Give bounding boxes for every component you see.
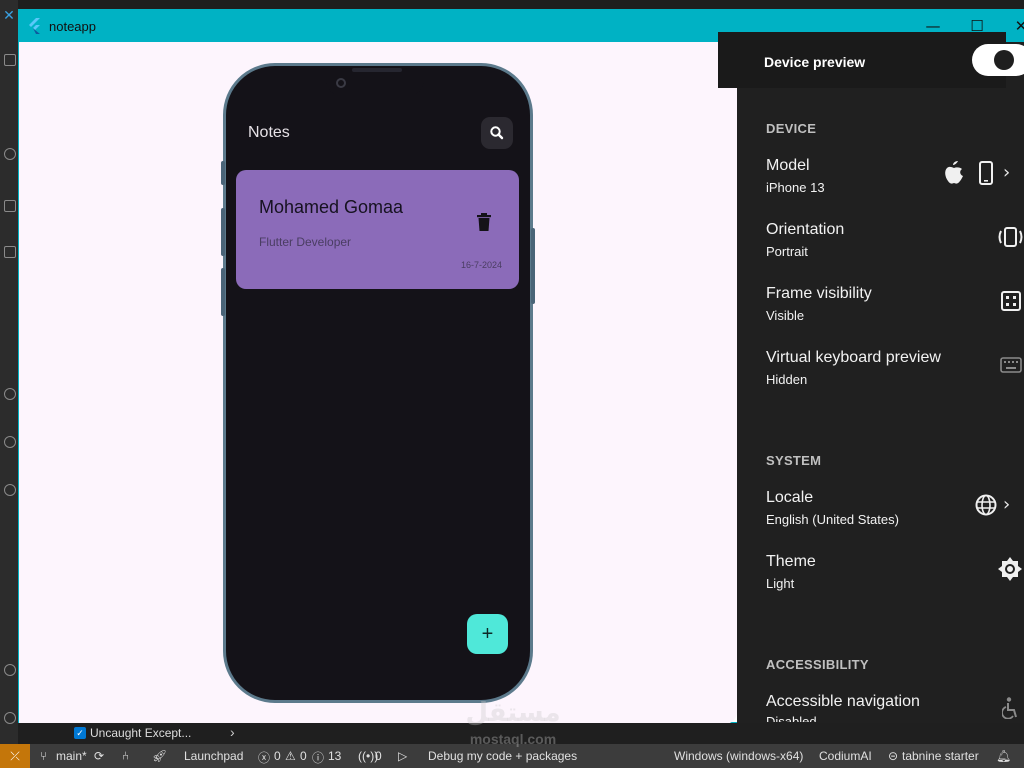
debug-activity-icon[interactable] [4, 200, 16, 212]
extensions-icon[interactable] [4, 246, 16, 258]
frame-visibility-icon[interactable] [1001, 291, 1021, 311]
debug-breakpoints-strip: ✓ Uncaught Except... › [18, 723, 1024, 744]
search-activity-icon[interactable] [4, 148, 16, 160]
window-title: noteapp [49, 19, 96, 34]
brightness-icon[interactable] [998, 557, 1022, 581]
activity-icon[interactable] [4, 388, 16, 400]
locale-title[interactable]: Locale [766, 489, 813, 507]
orientation-title[interactable]: Orientation [766, 221, 844, 239]
remote-indicator-icon[interactable]: ⤫ [0, 744, 30, 768]
branch-name[interactable]: main* [56, 749, 87, 763]
screen-rotation-icon[interactable] [997, 226, 1024, 248]
apple-icon [945, 161, 963, 184]
status-bar: ⤫ ⑂ main* ⟳ ⑃ 🚀︎ Launchpad ⓧ 0 ⚠ 0 ⓘ 13 … [0, 744, 1024, 768]
orientation-value: Portrait [766, 244, 808, 259]
activity-icon[interactable] [4, 484, 16, 496]
search-button[interactable] [481, 117, 513, 149]
model-title[interactable]: Model [766, 157, 810, 175]
activity-icon[interactable] [4, 436, 16, 448]
phone-power-button [531, 228, 535, 304]
phone-mute-button [221, 161, 225, 185]
phone-volume-up-button [221, 208, 225, 256]
globe-icon [975, 494, 997, 516]
ports-count[interactable]: 0 [375, 749, 382, 763]
model-value: iPhone 13 [766, 180, 825, 195]
frame-visibility-value: Visible [766, 308, 805, 323]
device-preview-canvas: Notes Mohamed Gomaa Flutter Developer 16… [19, 42, 737, 724]
section-system: SYSTEM [766, 453, 822, 468]
toggle-knob [994, 50, 1014, 70]
notifications-bell-icon[interactable]: 🔔︎ [996, 749, 1011, 763]
launchpad-label[interactable]: Launchpad [184, 749, 243, 763]
device-preview-title: Device preview [764, 54, 866, 70]
warnings-icon: ⚠ [285, 749, 296, 763]
phone-camera [336, 78, 346, 88]
add-note-fab[interactable]: + [467, 614, 508, 654]
note-date: 16-7-2024 [460, 260, 502, 270]
section-device: DEVICE [766, 121, 817, 136]
vscode-activity-bar [0, 0, 18, 744]
locale-value: English (United States) [766, 512, 899, 527]
phone-volume-down-button [221, 268, 225, 316]
info-icon: ⓘ [312, 751, 325, 765]
debug-icon: ▷ [398, 749, 408, 763]
accessibility-icon[interactable] [1002, 697, 1020, 719]
phone-speaker [352, 68, 402, 72]
explorer-icon[interactable] [4, 54, 16, 66]
accessible-navigation-title[interactable]: Accessible navigation [766, 693, 920, 711]
sync-icon[interactable]: ⟳ [94, 749, 104, 763]
phone-frame: Notes Mohamed Gomaa Flutter Developer 16… [221, 63, 535, 703]
virtual-keyboard-value: Hidden [766, 372, 808, 387]
virtual-keyboard-title[interactable]: Virtual keyboard preview [766, 349, 941, 367]
locale-chevron-right-icon[interactable]: › [1003, 494, 1010, 515]
note-title: Mohamed Gomaa [259, 197, 404, 217]
warnings-count[interactable]: 0 [300, 749, 307, 763]
smartphone-icon [979, 161, 993, 185]
source-control-icon[interactable]: ⑃ [122, 749, 129, 763]
keyboard-icon[interactable] [1000, 357, 1022, 373]
errors-icon: ⓧ [258, 751, 271, 765]
tabnine-icon: ⊝ [888, 749, 899, 763]
accessible-navigation-value: Disabled [766, 714, 817, 722]
device-preview-header: Device preview [718, 32, 1006, 88]
section-accessibility: ACCESSIBILITY [766, 657, 869, 672]
delete-trash-icon[interactable] [476, 213, 492, 231]
vscode-logo-icon: ✕ [3, 8, 15, 24]
manage-gear-icon[interactable] [4, 712, 16, 724]
uncaught-exceptions-label: Uncaught Except... [90, 726, 192, 740]
tabnine-label[interactable]: tabnine starter [902, 749, 979, 763]
flutter-logo-icon [29, 18, 40, 34]
debug-config[interactable]: Debug my code + packages [428, 749, 577, 763]
branch-icon: ⑂ [40, 749, 48, 763]
chevron-right-icon[interactable]: › [230, 724, 235, 740]
note-subtitle: Flutter Developer [259, 235, 352, 249]
theme-value: Light [766, 576, 795, 591]
rocket-icon: 🚀︎ [152, 749, 168, 763]
info-count[interactable]: 13 [328, 749, 341, 763]
uncaught-exceptions-checkbox[interactable]: ✓ [74, 727, 86, 739]
phone-screen: Notes Mohamed Gomaa Flutter Developer 16… [226, 66, 530, 700]
platform-label[interactable]: Windows (windows-x64) [674, 749, 803, 763]
model-chevron-right-icon[interactable]: › [1003, 162, 1010, 183]
codiumai-label[interactable]: CodiumAI [819, 749, 872, 763]
note-card[interactable]: Mohamed Gomaa Flutter Developer 16-7-202… [236, 170, 519, 289]
close-button[interactable]: ✕ [1006, 15, 1024, 37]
search-icon [490, 126, 504, 140]
frame-visibility-title[interactable]: Frame visibility [766, 285, 872, 303]
errors-count[interactable]: 0 [274, 749, 281, 763]
account-icon[interactable] [4, 664, 16, 676]
accessible-navigation-value-clip: Disabled [766, 714, 886, 722]
app-bar-title: Notes [248, 124, 290, 141]
theme-title[interactable]: Theme [766, 553, 816, 571]
device-preview-toggle[interactable] [972, 44, 1024, 76]
